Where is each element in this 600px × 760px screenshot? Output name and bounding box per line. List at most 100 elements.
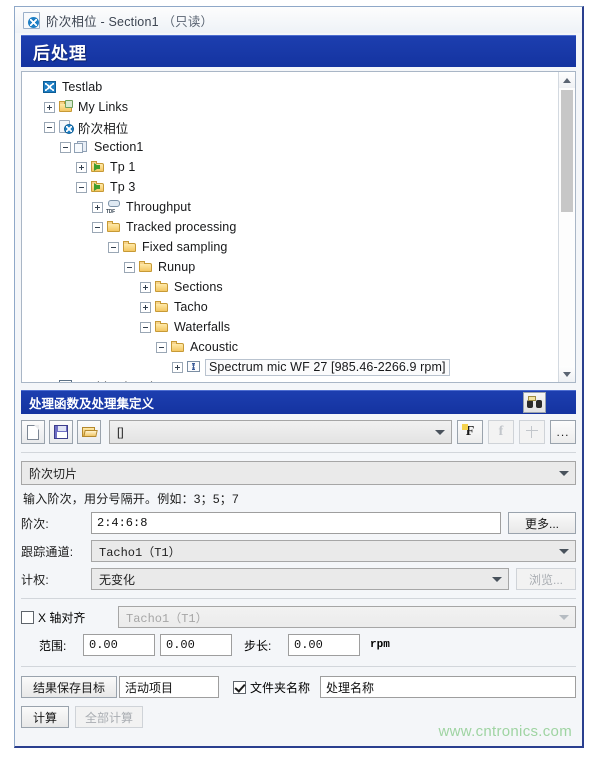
x-align-channel-combo[interactable]: Tacho1（T1） [118,606,576,628]
collapse-icon[interactable] [76,181,87,193]
tree-node[interactable]: My Links [28,97,558,117]
weighting-combo[interactable]: 无变化 [91,568,509,590]
page-header: 后处理 [21,35,576,67]
tree-node-label: Tracked processing [126,220,237,234]
weighting-browse-label: 浏览... [528,572,563,587]
process-type-combo[interactable]: 阶次切片 [21,461,576,485]
weighting-label: 计权: [21,572,49,587]
folder-icon [154,280,170,294]
tree-vertical-scrollbar[interactable] [558,72,575,382]
application-window: 阶次相位 - Section1 （只读） 后处理 Testlab My Links… [14,6,584,748]
chevron-down-icon [435,429,445,435]
x-align-checkbox[interactable] [21,610,34,624]
order-row: 阶次: 2:4:6:8 更多... [21,512,576,534]
save-target-input[interactable]: 活动项目 [119,676,219,698]
collapse-icon[interactable] [156,341,167,353]
processing-set-combo[interactable]: [] [109,420,452,444]
binoculars-icon[interactable] [523,391,546,413]
collapse-icon[interactable] [108,241,119,253]
calculate-button[interactable]: 计算 [21,706,69,728]
range-from-value: 0.00 [89,638,118,652]
waterfall-data-icon [186,360,202,374]
tree-node[interactable]: ArchivedSettings [28,377,558,382]
tree-node[interactable]: Sections [28,277,558,297]
tree-panel: Testlab My Links 阶次相位 Section1 Tp 1 Tp 3 Throu… [21,71,576,383]
tacho-channel-value: Tacho1（T1） [99,545,181,560]
tree-node[interactable]: Waterfalls [28,317,558,337]
x-align-row: X 轴对齐 Tacho1（T1） [21,606,576,628]
new-document-icon[interactable] [21,420,45,444]
toolbar-divider [21,452,576,453]
folder-icon [122,240,138,254]
order-more-label: 更多... [524,516,559,531]
save-target-button[interactable]: 结果保存目标 [21,676,117,698]
edit-function-button[interactable]: f [488,420,514,444]
tree-node[interactable]: Section1 [28,137,558,157]
function-toolbar: [] F f ... [21,420,576,444]
scrollbar-thumb[interactable] [561,90,573,213]
edit-function-label: f [498,424,504,439]
tree-node[interactable]: Throughput [28,197,558,217]
scrollbar-track[interactable] [559,88,575,366]
expand-icon[interactable] [76,161,87,173]
order-input[interactable]: 2:4:6:8 [91,512,501,534]
tree-node-label: Tp 1 [110,160,136,174]
step-input[interactable]: 0.00 [288,634,360,656]
range-to-input[interactable]: 0.00 [160,634,232,656]
folder-name-input[interactable]: 处理名称 [320,676,576,698]
scroll-down-icon[interactable] [559,366,575,382]
order-more-button[interactable]: 更多... [508,512,576,534]
range-to-value: 0.00 [166,638,195,652]
tree-node-label: Tacho [174,300,208,314]
tacho-channel-combo[interactable]: Tacho1（T1） [91,540,576,562]
tree-node[interactable]: Tacho [28,297,558,317]
folder-link-icon [58,100,74,114]
weighting-browse-button[interactable]: 浏览... [516,568,576,590]
x-align-label: X 轴对齐 [38,610,86,625]
range-from-input[interactable]: 0.00 [83,634,155,656]
range-row: 范围: 0.00 0.00 步长: 0.00 rpm [21,634,576,656]
step-value: 0.00 [294,638,323,652]
more-options-button[interactable]: ... [550,420,576,444]
collapse-icon[interactable] [60,141,71,153]
scroll-up-icon[interactable] [559,72,575,88]
collapse-icon[interactable] [92,221,103,233]
tree-node[interactable]: 阶次相位 [28,117,558,137]
expand-icon[interactable] [172,361,183,373]
tree-node[interactable]: Spectrum mic WF 27 [985.46-2266.9 rpm] [28,357,558,377]
tree-node-label: Sections [174,280,223,294]
processing-set-value: [] [117,425,124,439]
section-icon [74,140,90,154]
collapse-icon[interactable] [44,121,55,133]
calculate-all-button[interactable]: 全部计算 [75,706,143,728]
weighting-value: 无变化 [99,572,136,587]
collapse-icon[interactable] [124,261,135,273]
tree-view[interactable]: Testlab My Links 阶次相位 Section1 Tp 1 Tp 3 Throu… [22,72,558,382]
expand-icon[interactable] [44,101,55,113]
tree-node[interactable]: Tp 1 [28,157,558,177]
tree-node[interactable]: Tracked processing [28,217,558,237]
open-folder-icon[interactable] [77,420,101,444]
tdf-icon [106,200,122,215]
expand-icon[interactable] [92,201,103,213]
tree-node[interactable]: Tp 3 [28,177,558,197]
expand-icon[interactable] [140,301,151,313]
tree-node[interactable]: Fixed sampling [28,237,558,257]
title-bar: 阶次相位 - Section1 （只读） [15,7,582,33]
tree-node-label: Acoustic [190,340,239,354]
tree-node[interactable]: Acoustic [28,337,558,357]
tree-node[interactable]: Runup [28,257,558,277]
tree-node[interactable]: Testlab [28,77,558,97]
project-doc-icon [23,11,40,29]
folder-icon [154,300,170,314]
folder-name-checkbox[interactable] [233,680,246,694]
watermark: www.cntronics.com [438,723,572,740]
collapse-icon[interactable] [140,321,151,333]
expand-icon[interactable] [140,281,151,293]
tree-node-label: ArchivedSettings [74,380,173,382]
split-function-button[interactable] [519,420,545,444]
tree-node-label: My Links [78,100,129,114]
new-function-button[interactable]: F [457,420,483,444]
tree-node-label: Testlab [62,80,103,94]
save-icon[interactable] [49,420,73,444]
